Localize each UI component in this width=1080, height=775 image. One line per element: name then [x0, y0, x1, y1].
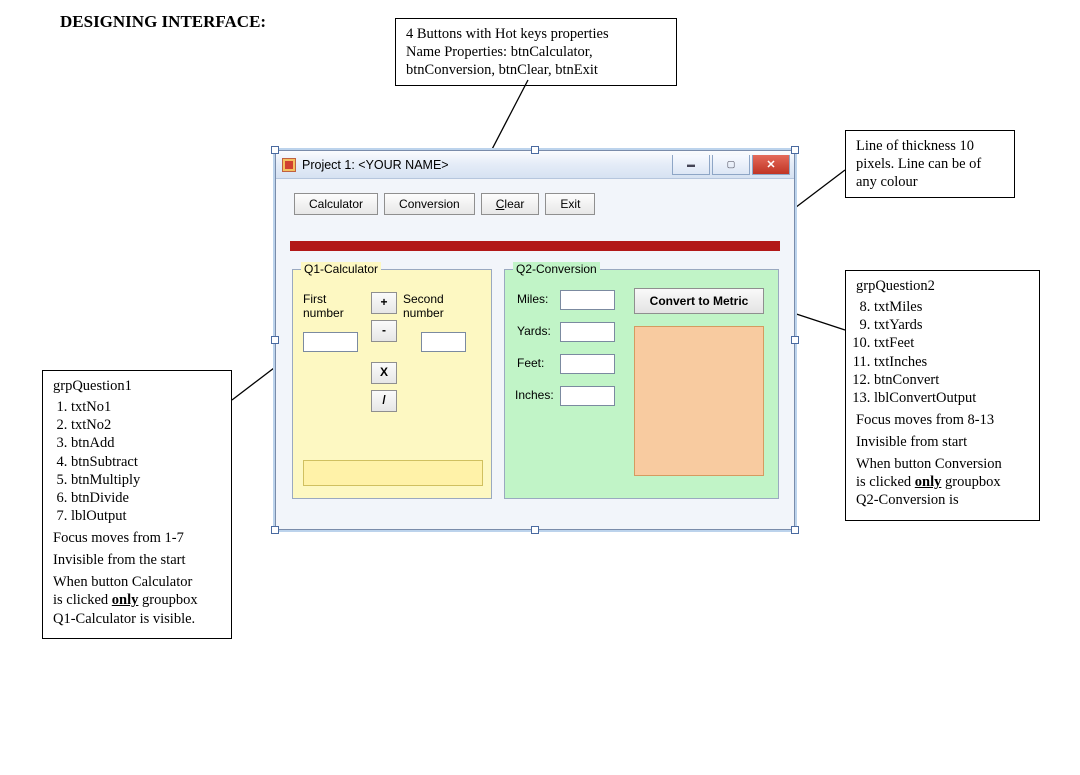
callout-line: Invisible from the start	[53, 551, 221, 569]
app-icon	[282, 158, 296, 172]
divide-button[interactable]: /	[371, 390, 397, 412]
list-item: btnAdd	[71, 434, 221, 452]
callout-line: Focus moves from 1-7	[53, 529, 221, 547]
callout-line: 4 Buttons with Hot keys properties	[406, 26, 609, 42]
list-item: lblConvertOutput	[874, 389, 1029, 407]
callout-line: pixels. Line can be of	[856, 156, 981, 172]
groupbox-conversion: Q2-Conversion Miles: Yards: Feet: Inches…	[504, 269, 779, 499]
minimize-button[interactable]	[672, 155, 710, 175]
label-first-number: First number	[303, 292, 344, 320]
resize-handle[interactable]	[271, 336, 279, 344]
callout-line: is clicked	[53, 592, 112, 608]
list-item: btnConvert	[874, 371, 1029, 389]
list-item: txtFeet	[874, 334, 1029, 352]
callout-line: Q2-Conversion is	[856, 492, 959, 508]
callout-line: Focus moves from 8-13	[856, 411, 1029, 429]
callout-top-buttons: 4 Buttons with Hot keys properties Name …	[395, 18, 677, 86]
list-item: btnMultiply	[71, 471, 221, 489]
callout-only: only	[915, 474, 942, 490]
callout-line: When button Conversion	[856, 456, 1002, 472]
conversion-button[interactable]: Conversion	[384, 193, 475, 215]
list-item: txtYards	[874, 316, 1029, 334]
clear-button[interactable]: Clear	[481, 193, 540, 215]
txtno2-input[interactable]	[421, 332, 466, 352]
list-item: btnSubtract	[71, 453, 221, 471]
callout-line: any colour	[856, 174, 918, 190]
callout-line: Q1-Calculator is visible.	[53, 611, 195, 627]
callout-line: Name Properties: btnCalculator,	[406, 44, 593, 60]
callout-line: When button Calculator	[53, 574, 192, 590]
resize-handle[interactable]	[271, 526, 279, 534]
callout-line: Invisible from start	[856, 433, 1029, 451]
callout-line: btnConversion, btnClear, btnExit	[406, 62, 598, 78]
txtinches-input[interactable]	[560, 386, 615, 406]
groupbox-calculator: Q1-Calculator First number Second number…	[292, 269, 492, 499]
callout-line: groupbox	[138, 592, 197, 608]
close-button[interactable]	[752, 155, 790, 175]
exit-button[interactable]: Exit	[545, 193, 595, 215]
label-yards: Yards:	[517, 324, 551, 338]
resize-handle[interactable]	[271, 146, 279, 154]
form-window: Project 1: <YOUR NAME> Calculator Conver…	[275, 150, 795, 530]
calculator-button[interactable]: Calculator	[294, 193, 378, 215]
label-feet: Feet:	[517, 356, 544, 370]
add-button[interactable]: +	[371, 292, 397, 314]
multiply-button[interactable]: X	[371, 362, 397, 384]
txtmiles-input[interactable]	[560, 290, 615, 310]
titlebar[interactable]: Project 1: <YOUR NAME>	[276, 151, 794, 179]
callout-grp1: grpQuestion1 txtNo1 txtNo2 btnAdd btnSub…	[42, 370, 232, 639]
subtract-button[interactable]: -	[371, 320, 397, 342]
maximize-button[interactable]	[712, 155, 750, 175]
list-item: lblOutput	[71, 507, 221, 525]
txtyards-input[interactable]	[560, 322, 615, 342]
list-item: btnDivide	[71, 489, 221, 507]
callout-line: is clicked	[856, 474, 915, 490]
callout-only: only	[112, 592, 139, 608]
list-item: txtNo1	[71, 398, 221, 416]
callout-line: Line of thickness 10	[856, 138, 974, 154]
resize-handle[interactable]	[791, 146, 799, 154]
callout-line: groupbox	[941, 474, 1000, 490]
txtno1-input[interactable]	[303, 332, 358, 352]
resize-handle[interactable]	[791, 526, 799, 534]
resize-handle[interactable]	[531, 526, 539, 534]
callout-red-line: Line of thickness 10 pixels. Line can be…	[845, 130, 1015, 198]
list-item: txtMiles	[874, 298, 1029, 316]
groupbox-title: Q2-Conversion	[513, 262, 600, 276]
callout-grp2: grpQuestion2 txtMiles txtYards txtFeet t…	[845, 270, 1040, 521]
callout-title: grpQuestion2	[856, 278, 935, 294]
list-item: txtNo2	[71, 416, 221, 434]
page-heading: DESIGNING INTERFACE:	[60, 12, 266, 32]
window-title: Project 1: <YOUR NAME>	[302, 158, 670, 172]
label-miles: Miles:	[517, 292, 548, 306]
lbloutput	[303, 460, 483, 486]
convert-button[interactable]: Convert to Metric	[634, 288, 764, 314]
divider-line	[290, 241, 780, 251]
resize-handle[interactable]	[531, 146, 539, 154]
callout-title: grpQuestion1	[53, 378, 132, 394]
label-inches: Inches:	[515, 388, 554, 402]
resize-handle[interactable]	[791, 336, 799, 344]
list-item: txtInches	[874, 353, 1029, 371]
label-second-number: Second number	[403, 292, 444, 320]
groupbox-title: Q1-Calculator	[301, 262, 381, 276]
txtfeet-input[interactable]	[560, 354, 615, 374]
lblconvertoutput	[634, 326, 764, 476]
